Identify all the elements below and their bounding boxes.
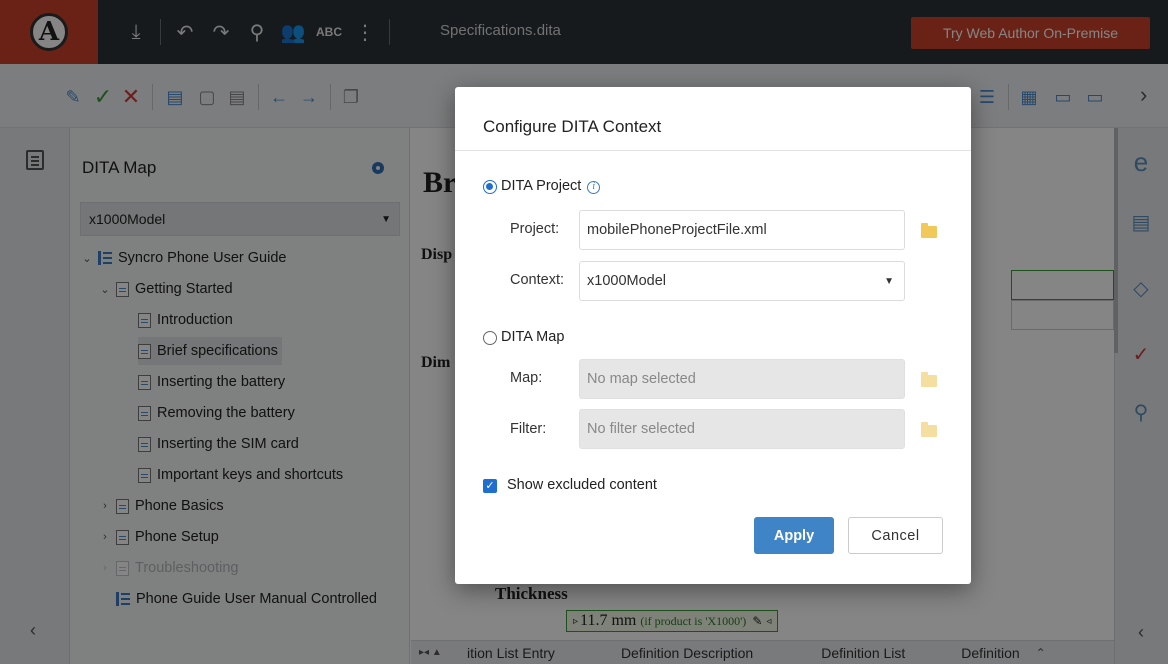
dita-project-text: DITA Project [501,178,582,194]
context-select[interactable]: x1000Model ▼ [579,261,905,301]
map-field-label: Map: [510,370,543,386]
dita-project-radio[interactable] [483,180,497,194]
dialog-divider [455,150,971,151]
cancel-button[interactable]: Cancel [848,517,943,554]
map-field: No map selected [579,359,905,399]
project-field-label: Project: [510,221,560,237]
dialog-title: Configure DITA Context [483,117,662,136]
filter-field: No filter selected [579,409,905,449]
configure-dita-context-dialog: Configure DITA Context DITA Project i Pro… [455,87,971,584]
folder-icon [921,422,937,437]
filter-field-label: Filter: [510,421,547,437]
dita-map-label[interactable]: DITA Map [501,329,564,345]
folder-icon [921,372,937,387]
show-excluded-checkbox[interactable]: ✓ [483,479,497,493]
context-select-value: x1000Model [587,273,666,289]
show-excluded-label[interactable]: Show excluded content [507,477,657,493]
project-field-value: mobilePhoneProjectFile.xml [587,222,767,238]
map-field-placeholder: No map selected [587,371,696,387]
chevron-down-icon: ▼ [884,275,894,287]
dita-map-radio[interactable] [483,331,497,345]
apply-button[interactable]: Apply [754,517,834,554]
info-icon[interactable]: i [587,181,601,194]
project-field[interactable]: mobilePhoneProjectFile.xml [579,210,905,250]
filter-field-placeholder: No filter selected [587,421,695,437]
context-field-label: Context: [510,272,564,288]
folder-icon[interactable] [921,223,937,238]
dita-project-label[interactable]: DITA Project i [501,178,601,194]
